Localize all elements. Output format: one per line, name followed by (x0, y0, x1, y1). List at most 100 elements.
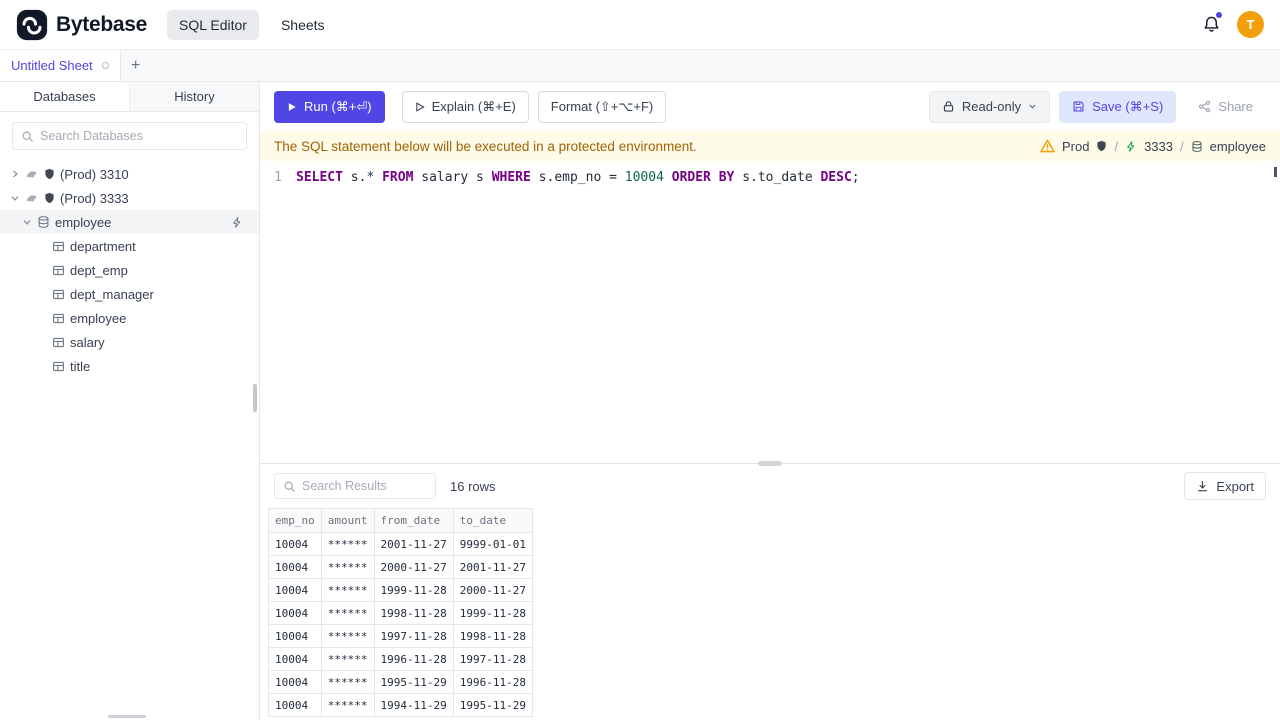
tree-item-label: employee (70, 310, 127, 326)
tree-item-table-employee[interactable]: employee (0, 306, 259, 330)
sidebar-resize-handle[interactable] (253, 384, 257, 412)
table-cell: 10004 (268, 693, 322, 717)
tree-item-table-dept-manager[interactable]: dept_manager (0, 282, 259, 306)
chevron-down-icon (1028, 102, 1037, 111)
nav-sql-editor[interactable]: SQL Editor (166, 9, 259, 40)
bytebase-app: Bytebase SQL Editor Sheets T Untitled Sh… (0, 0, 1280, 720)
table-cell: 1997-11-28 (373, 624, 454, 648)
sidebar-horizontal-scrollbar[interactable] (108, 715, 146, 718)
database-engine-icon (25, 191, 39, 205)
tab-untitled-sheet[interactable]: Untitled Sheet (0, 50, 121, 81)
sql-editor[interactable]: 1 SELECT s.* FROM salary s WHERE s.emp_n… (260, 161, 1280, 463)
table-row[interactable]: 10004 ****** 2000-11-27 2001-11-27 (268, 555, 533, 579)
tab-history[interactable]: History (130, 82, 259, 111)
explain-button[interactable]: Explain (⌘+E) (401, 90, 529, 123)
sql-token-plain (374, 170, 382, 185)
run-button[interactable]: Run (⌘+⏎) (274, 90, 385, 123)
tree-item-table-salary[interactable]: salary (0, 330, 259, 354)
table-cell: ****** (320, 601, 375, 625)
editor-scrollbar[interactable] (1274, 167, 1277, 177)
explain-button-label: Explain (⌘+E) (431, 98, 516, 114)
share-button[interactable]: Share (1185, 91, 1266, 123)
results-table-wrap: emp_no amount from_date to_date 10004 ******… (260, 508, 1280, 720)
sql-token-plain (711, 170, 719, 185)
sql-token-operator: = (609, 170, 617, 185)
chevron-down-icon[interactable] (22, 217, 32, 227)
database-search-input[interactable] (40, 129, 238, 143)
run-button-label: Run (⌘+⏎) (304, 98, 372, 114)
table-row[interactable]: 10004 ****** 1996-11-28 1997-11-28 (268, 647, 533, 671)
bytebase-logo[interactable]: Bytebase (16, 9, 147, 41)
results-search[interactable] (274, 473, 436, 499)
tree-item-table-department[interactable]: department (0, 234, 259, 258)
share-icon (1198, 100, 1211, 113)
results-table-head-row: emp_no amount from_date to_date (268, 508, 533, 533)
table-cell: ****** (320, 624, 375, 648)
sidebar: Databases History (Prod) 3310 (Prod) 3333… (0, 82, 260, 720)
results-resize-handle[interactable] (758, 461, 782, 466)
play-icon (287, 102, 297, 112)
notifications-button[interactable] (1202, 12, 1222, 34)
sidebar-tabs: Databases History (0, 82, 259, 112)
tree-item-instance-prod-3310[interactable]: (Prod) 3310 (0, 162, 259, 186)
table-cell: ****** (320, 693, 375, 717)
environment-name[interactable]: Prod (1062, 139, 1089, 154)
sql-token-plain: s.to_date (734, 170, 821, 185)
tree-item-instance-prod-3333[interactable]: (Prod) 3333 (0, 186, 259, 210)
table-cell: 10004 (268, 624, 322, 648)
database-search[interactable] (12, 122, 247, 150)
table-row[interactable]: 10004 ****** 2001-11-27 9999-01-01 (268, 532, 533, 556)
sql-token-keyword: BY (718, 170, 735, 185)
format-button[interactable]: Format (⇧+⌥+F) (537, 90, 667, 123)
table-cell: 1996-11-28 (373, 647, 454, 671)
readonly-mode-button[interactable]: Read-only (928, 90, 1051, 123)
column-header-emp_no[interactable]: emp_no (268, 508, 322, 533)
tree-item-table-dept-emp[interactable]: dept_emp (0, 258, 259, 282)
avatar-initial: T (1246, 17, 1255, 32)
table-icon (52, 360, 65, 373)
sql-token-number: 10004 (624, 170, 664, 185)
table-row[interactable]: 10004 ****** 1995-11-29 1996-11-28 (268, 670, 533, 694)
column-header-from_date[interactable]: from_date (373, 508, 454, 533)
table-cell: 1995-11-29 (373, 670, 454, 694)
results-toolbar: 16 rows Export (260, 464, 1280, 508)
connection-bolt-icon (231, 216, 243, 229)
table-row[interactable]: 10004 ****** 1997-11-28 1998-11-28 (268, 624, 533, 648)
line-number: 1 (274, 170, 282, 185)
sql-token-plain (664, 170, 672, 185)
chevron-right-icon[interactable] (10, 169, 20, 179)
tree-item-label: salary (70, 334, 105, 350)
sql-code-line: SELECT s.* FROM salary s WHERE s.emp_no … (296, 168, 860, 188)
tree-item-database-employee[interactable]: employee (0, 210, 259, 234)
results-search-input[interactable] (302, 479, 427, 493)
tab-databases[interactable]: Databases (0, 82, 130, 111)
table-cell: 10004 (268, 532, 322, 556)
table-cell: 1996-11-28 (452, 670, 533, 694)
unsaved-indicator-dot (101, 62, 109, 69)
table-row[interactable]: 10004 ****** 1999-11-28 2000-11-27 (268, 578, 533, 602)
instance-name[interactable]: 3333 (1144, 139, 1173, 154)
database-name[interactable]: employee (1210, 139, 1266, 154)
column-header-to_date[interactable]: to_date (452, 508, 533, 533)
database-tree: (Prod) 3310 (Prod) 3333 employee department… (0, 160, 259, 720)
table-cell: 2001-11-27 (373, 532, 454, 556)
table-row[interactable]: 10004 ****** 1994-11-29 1995-11-29 (268, 693, 533, 717)
tree-item-table-title[interactable]: title (0, 354, 259, 378)
editor-panel: Run (⌘+⏎) Explain (⌘+E) Format (⇧+⌥+F) R… (260, 82, 1280, 720)
add-sheet-button[interactable]: + (121, 50, 151, 81)
top-nav: SQL Editor Sheets (166, 9, 337, 40)
connection-bolt-icon (1125, 140, 1137, 153)
export-button-label: Export (1216, 478, 1254, 494)
table-cell: 1999-11-28 (452, 601, 533, 625)
export-button[interactable]: Export (1184, 472, 1266, 500)
avatar[interactable]: T (1237, 11, 1264, 38)
search-icon (283, 480, 296, 493)
nav-sheets[interactable]: Sheets (269, 10, 337, 40)
table-cell: 2001-11-27 (452, 555, 533, 579)
save-icon (1072, 100, 1085, 113)
column-header-amount[interactable]: amount (320, 508, 375, 533)
save-button[interactable]: Save (⌘+S) (1059, 90, 1177, 123)
chevron-down-icon[interactable] (10, 193, 20, 203)
table-row[interactable]: 10004 ****** 1998-11-28 1999-11-28 (268, 601, 533, 625)
editor-toolbar: Run (⌘+⏎) Explain (⌘+E) Format (⇧+⌥+F) R… (260, 82, 1280, 131)
